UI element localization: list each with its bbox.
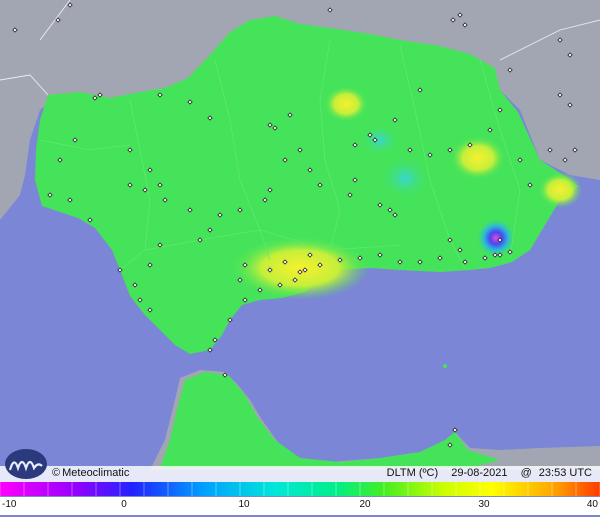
scale-tick-label: -10 [2,499,17,510]
variable-label: DLTM (ºC) [386,467,439,479]
cool-zone-jaen [360,124,400,156]
meteoclimatic-logo-icon[interactable] [4,448,48,480]
map-view[interactable]: © Meteoclimatic DLTM (ºC) 29-08-2021 @ 23… [0,0,600,517]
warm-zone-north [324,86,368,122]
warm-zone-coast [230,236,370,300]
map-info: DLTM (ºC) 29-08-2021 @ 23:53 UTC [377,467,592,479]
scale-tick-label: 30 [478,499,490,510]
at-symbol: @ [520,467,532,479]
scale-tick-label: 40 [586,499,598,510]
date-label: 29-08-2021 [451,467,508,479]
brand-name[interactable]: Meteoclimatic [62,467,129,479]
warm-zone-east [450,136,506,180]
copyright-symbol: © [52,467,61,479]
warm-zone-almeria [538,172,582,208]
time-label: 23:53 UTC [538,467,592,479]
alboran-island [443,364,447,368]
temperature-map[interactable] [0,0,600,517]
color-scale-bar [0,482,600,496]
credit-text[interactable]: © Meteoclimatic [52,467,129,479]
scale-tick-label: 10 [238,499,250,510]
cool-zone-center [379,156,431,200]
scale-tick-label: 0 [121,499,127,510]
scale-tick-label: 20 [359,499,371,510]
color-scale-labels: -10 0 10 20 30 40 [0,497,600,515]
